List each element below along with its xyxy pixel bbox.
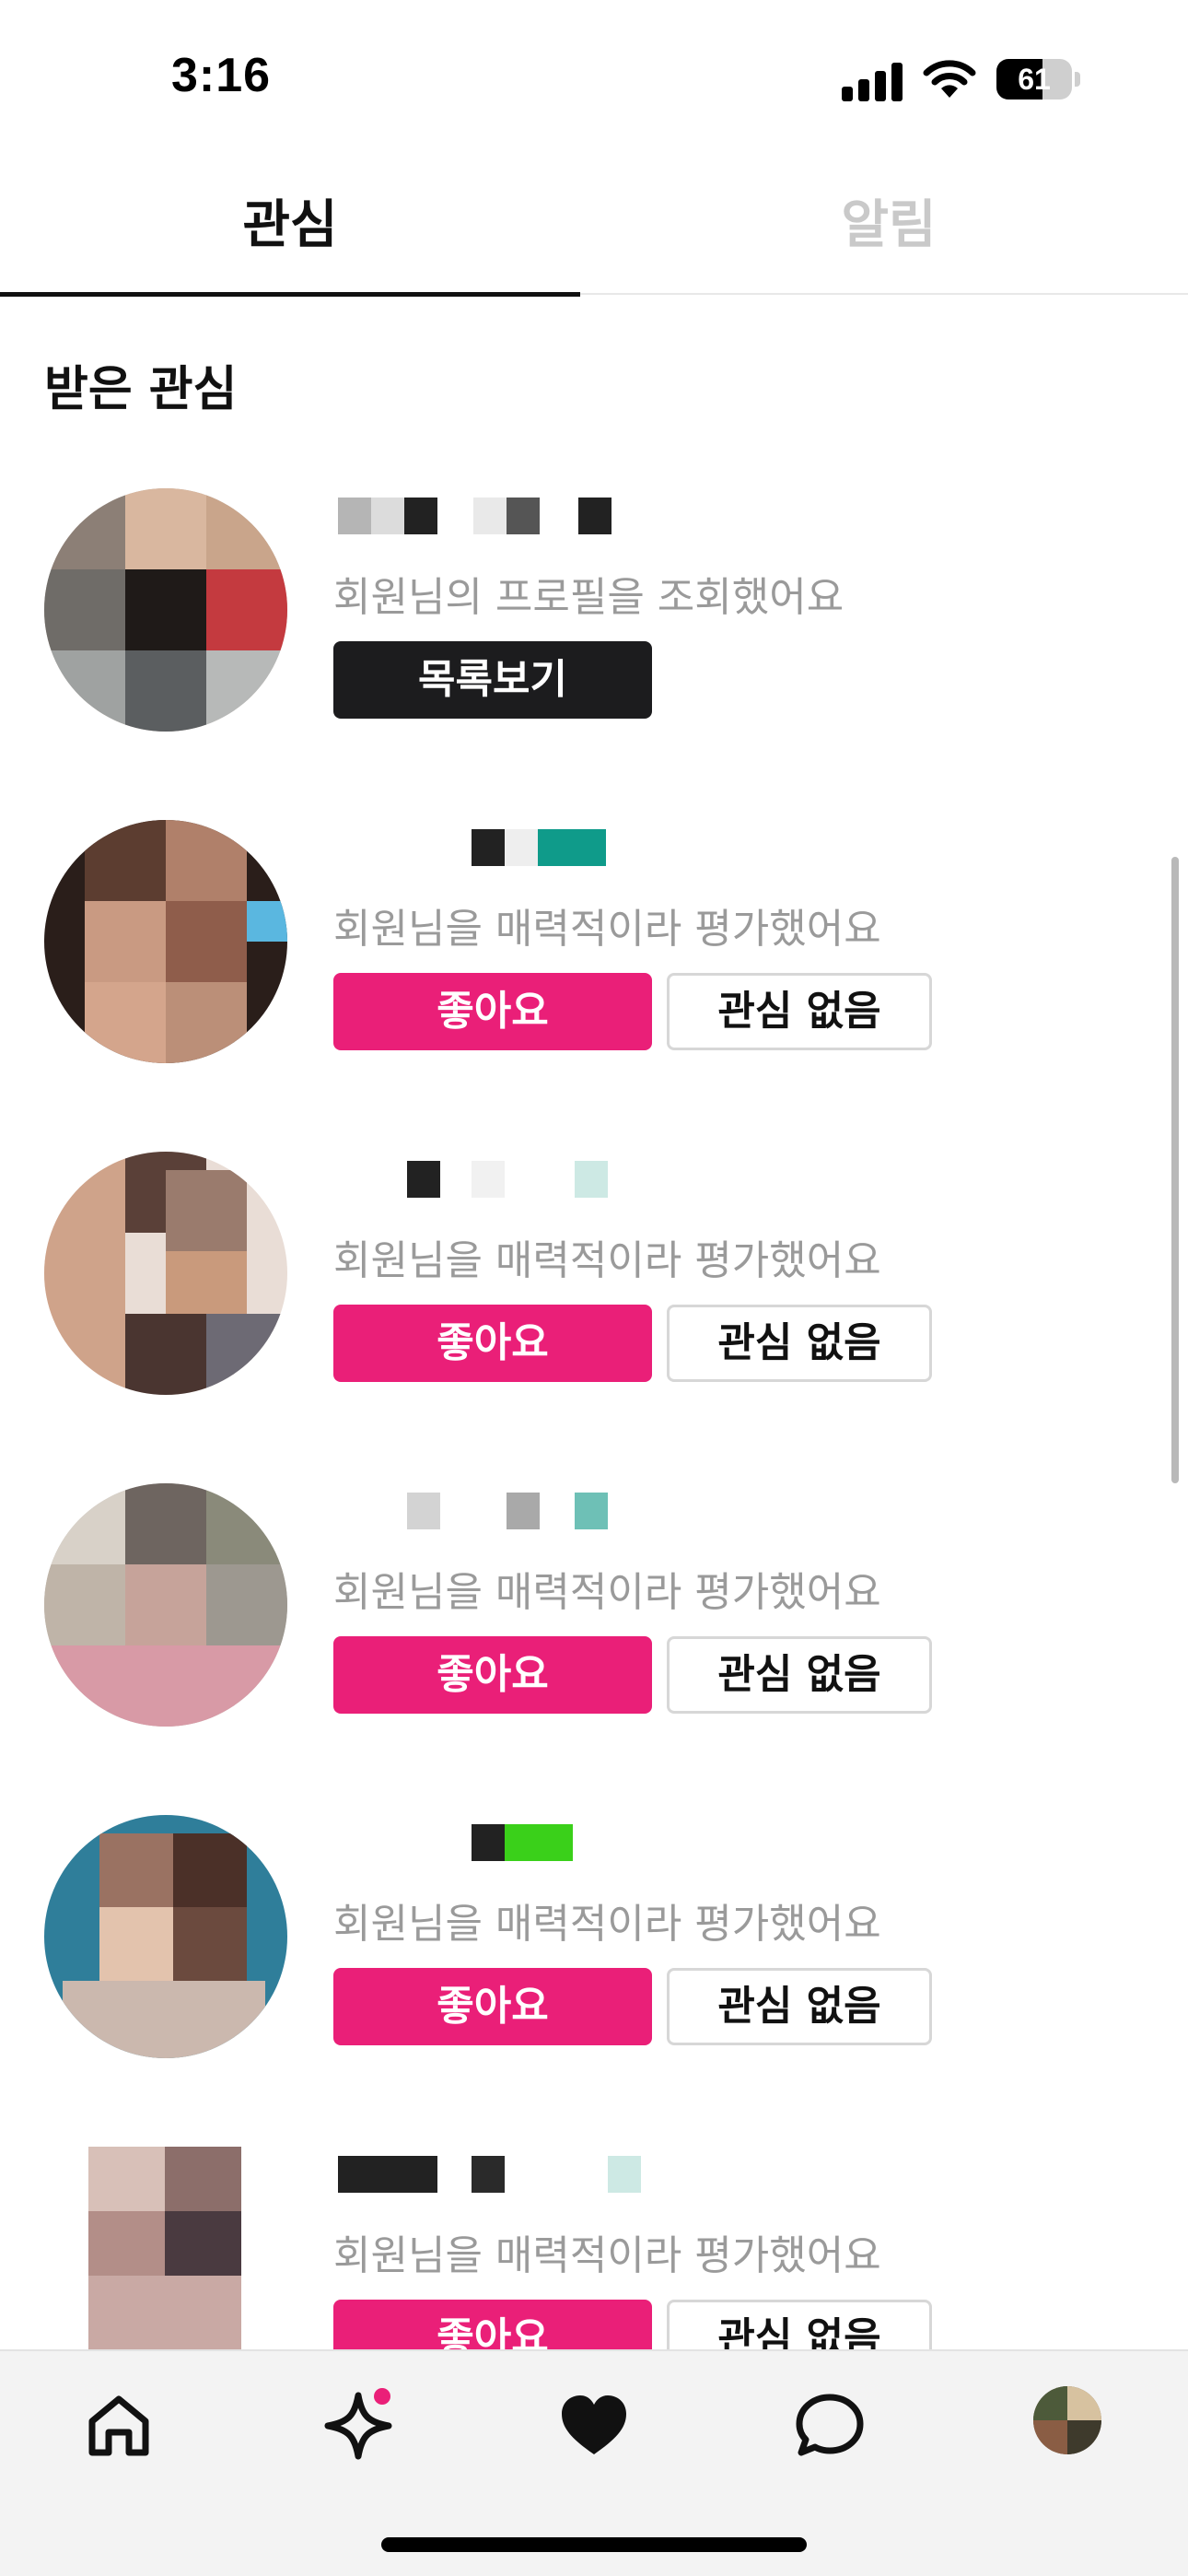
card-message: 회원님을 매력적이라 평가했어요 [333,1901,881,1948]
tab-interest[interactable]: 관심 [0,166,580,297]
like-button[interactable]: 좋아요 [333,2300,652,2349]
user-name-redacted [333,498,665,549]
avatar[interactable] [44,820,287,1063]
user-name-redacted [333,1493,665,1544]
section-title: 받은 관심 [44,362,238,417]
list-item[interactable]: 회원님을 매력적이라 평가했어요 좋아요 관심 없음 [0,1152,1188,1446]
like-button[interactable]: 좋아요 [333,1968,652,2045]
like-button[interactable]: 좋아요 [333,1636,652,1714]
notification-badge [374,2388,390,2405]
avatar[interactable] [44,1483,287,1727]
avatar[interactable] [44,1815,287,2058]
signal-icon [842,63,904,101]
list-item[interactable]: 회원님을 매력적이라 평가했어요 좋아요 관심 없음 [0,2147,1188,2349]
scrollbar[interactable] [1171,857,1179,1483]
home-indicator [381,2537,807,2552]
home-icon[interactable] [77,2384,160,2467]
list-item[interactable]: 회원님을 매력적이라 평가했어요 좋아요 관심 없음 [0,1815,1188,2110]
status-time: 3:16 [171,49,272,102]
user-name-redacted [333,2156,665,2207]
avatar[interactable] [44,1152,287,1395]
user-name-redacted [333,829,665,881]
battery-label: 61 [1018,63,1051,96]
view-list-button[interactable]: 목록보기 [333,641,652,719]
not-interested-button[interactable]: 관심 없음 [667,973,932,1050]
list-item[interactable]: 회원님을 매력적이라 평가했어요 좋아요 관심 없음 [0,820,1188,1115]
not-interested-button[interactable]: 관심 없음 [667,1305,932,1382]
user-name-redacted [333,1824,665,1876]
card-message: 회원님을 매력적이라 평가했어요 [333,2232,881,2279]
like-button[interactable]: 좋아요 [333,1305,652,1382]
battery-icon: 61 [996,59,1080,100]
chat-bubble-icon[interactable] [788,2384,871,2467]
profile-avatar[interactable] [1033,2386,1101,2454]
not-interested-button[interactable]: 관심 없음 [667,1636,932,1714]
wifi-icon [921,57,978,101]
avatar[interactable] [44,488,287,732]
status-bar: 3:16 61 [0,0,1188,147]
card-message: 회원님을 매력적이라 평가했어요 [333,906,881,953]
list-item[interactable]: 회원님의 프로필을 조회했어요 목록보기 [0,488,1188,783]
avatar[interactable] [88,2147,241,2349]
tab-notifications[interactable]: 알림 [599,166,1179,295]
interest-list: 회원님의 프로필을 조회했어요 목록보기 회원님을 매력적이라 평가했어요 좋아… [0,488,1188,2349]
sparkle-icon[interactable] [317,2384,400,2467]
list-item[interactable]: 회원님을 매력적이라 평가했어요 좋아요 관심 없음 [0,1483,1188,1778]
tab-bar: 관심 알림 [0,166,1188,297]
not-interested-button[interactable]: 관심 없음 [667,1968,932,2045]
card-message: 회원님의 프로필을 조회했어요 [333,574,844,621]
card-message: 회원님을 매력적이라 평가했어요 [333,1237,881,1284]
heart-icon[interactable] [553,2384,635,2467]
not-interested-button[interactable]: 관심 없음 [667,2300,932,2349]
user-name-redacted [333,1161,665,1212]
like-button[interactable]: 좋아요 [333,973,652,1050]
card-message: 회원님을 매력적이라 평가했어요 [333,1569,881,1616]
